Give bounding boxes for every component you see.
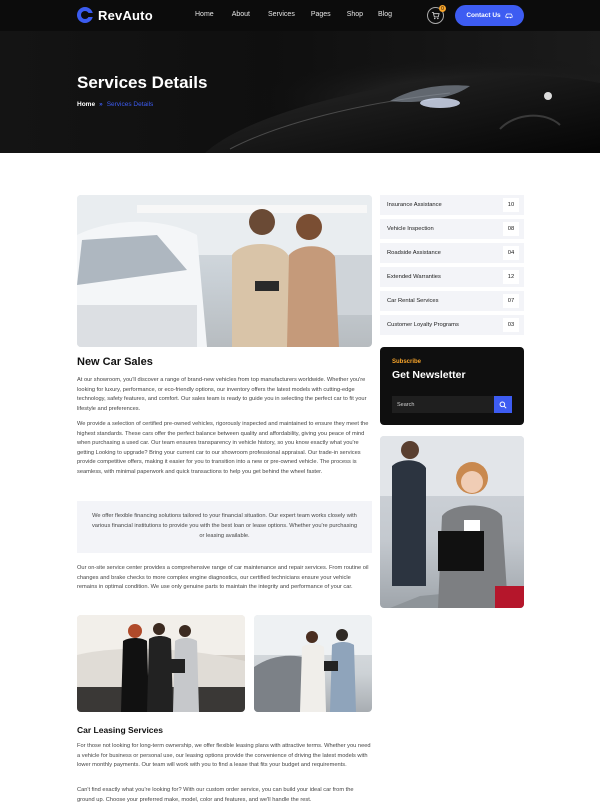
service-item-vehicle-inspection[interactable]: Vehicle Inspection 08 — [380, 219, 524, 239]
newsletter-search-button[interactable] — [494, 396, 512, 413]
breadcrumb-current: Services Details — [106, 101, 154, 108]
service-item-label: Car Rental Services — [387, 298, 439, 304]
service-item-car-rental-services[interactable]: Car Rental Services 07 — [380, 291, 524, 311]
nav-about[interactable]: About — [232, 11, 250, 18]
newsletter-title: Get Newsletter — [392, 369, 466, 381]
nav-pages[interactable]: Pages — [311, 11, 331, 18]
top-navbar: RevAuto Home About Services Pages Shop B… — [0, 0, 600, 31]
cart-count-badge: 0 — [439, 5, 446, 12]
service-item-label: Extended Warranties — [387, 274, 441, 280]
service-item-customer-loyalty-programs[interactable]: Customer Loyalty Programs 03 — [380, 315, 524, 335]
contact-us-button[interactable]: Contact Us — [455, 5, 524, 26]
main-menu: Home About Services Pages Shop Blog — [195, 11, 392, 18]
consultants-group-image — [77, 615, 245, 712]
service-item-count: 10 — [503, 198, 519, 212]
search-icon — [499, 401, 507, 409]
service-item-count: 12 — [503, 270, 519, 284]
nav-services[interactable]: Services — [268, 11, 295, 18]
service-item-extended-warranties[interactable]: Extended Warranties 12 — [380, 267, 524, 287]
service-item-insurance-assistance[interactable]: Insurance Assistance 10 — [380, 195, 524, 215]
brand-name: RevAuto — [98, 7, 153, 23]
nav-blog[interactable]: Blog — [378, 11, 392, 18]
cart-icon — [431, 11, 440, 20]
breadcrumb: Home » Services Details — [77, 101, 153, 108]
service-center-paragraph: Our on-site service center provides a co… — [77, 565, 369, 591]
contact-us-label: Contact Us — [466, 12, 501, 19]
brand-logo[interactable]: RevAuto — [77, 7, 153, 23]
service-item-label: Customer Loyalty Programs — [387, 322, 459, 328]
newsletter-input[interactable]: Search — [392, 396, 494, 413]
sales-agent-image — [380, 436, 524, 608]
service-item-label: Insurance Assistance — [387, 202, 442, 208]
service-item-count: 07 — [503, 294, 519, 308]
service-item-roadside-assistance[interactable]: Roadside Assistance 04 — [380, 243, 524, 263]
nav-shop[interactable]: Shop — [347, 11, 363, 18]
service-item-label: Vehicle Inspection — [387, 226, 434, 232]
new-car-sales-heading: New Car Sales — [77, 356, 153, 368]
service-item-label: Roadside Assistance — [387, 250, 441, 256]
nav-home[interactable]: Home — [195, 11, 214, 18]
breadcrumb-separator: » — [99, 101, 103, 108]
pre-owned-paragraph: We provide a selection of certified pre-… — [77, 421, 369, 475]
car-icon — [505, 13, 513, 18]
service-item-count: 04 — [503, 246, 519, 260]
newsletter-widget: Subscribe Get Newsletter Search — [380, 347, 524, 425]
services-category-list: Insurance Assistance 10 Vehicle Inspecti… — [380, 195, 524, 339]
page-hero-banner: Services Details Home » Services Details — [0, 31, 600, 153]
couple-with-agent-image — [254, 615, 372, 712]
showroom-couple-image — [77, 195, 372, 347]
service-item-count: 03 — [503, 318, 519, 332]
newsletter-subtitle: Subscribe — [392, 359, 422, 365]
logo-icon — [77, 7, 94, 23]
service-item-count: 08 — [503, 222, 519, 236]
page-title: Services Details — [77, 73, 208, 92]
leasing-paragraph: For those not looking for long-term owne… — [77, 743, 371, 769]
intro-paragraph: At our showroom, you'll discover a range… — [77, 377, 367, 412]
financing-quote-box: We offer flexible financing solutions ta… — [77, 501, 372, 553]
car-leasing-heading: Car Leasing Services — [77, 725, 163, 735]
breadcrumb-home-link[interactable]: Home — [77, 101, 95, 108]
custom-order-paragraph: Can't find exactly what you're looking f… — [77, 787, 354, 803]
cart-button[interactable]: 0 — [427, 5, 446, 24]
